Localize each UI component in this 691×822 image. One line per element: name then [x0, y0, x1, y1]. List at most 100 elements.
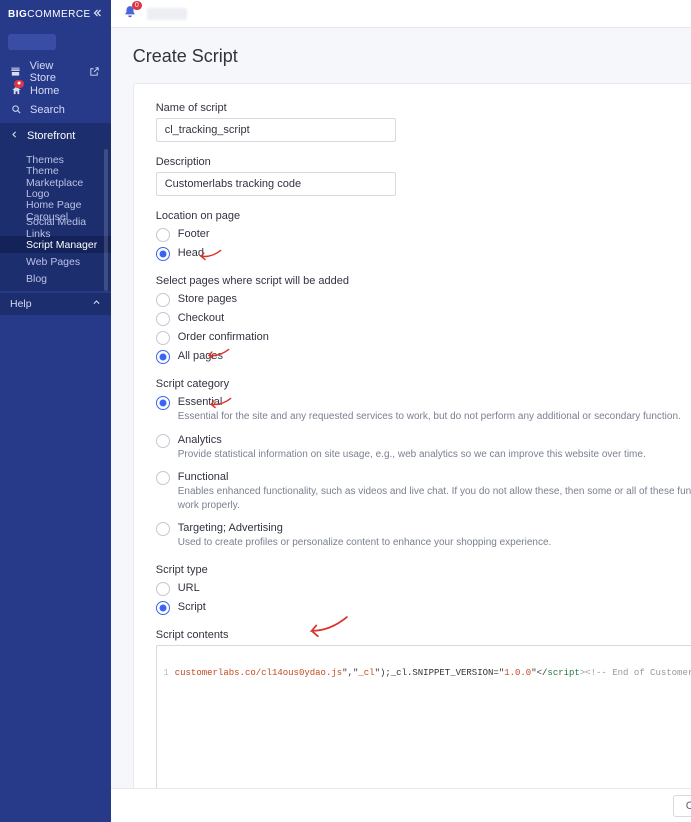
radio-checkout[interactable]: Checkout — [156, 312, 691, 326]
form-card: Name of script Required* Description Loc… — [133, 83, 691, 788]
search-icon — [10, 104, 22, 115]
radio-icon — [156, 522, 170, 536]
radio-desc: Enables enhanced functionality, such as … — [178, 485, 691, 512]
radio-icon — [156, 582, 170, 596]
radio-icon — [156, 312, 170, 326]
nav-home[interactable]: ● Home — [0, 81, 111, 100]
brand-prefix: BIG — [8, 9, 27, 20]
radio-icon — [156, 331, 170, 345]
cancel-button[interactable]: Cancel — [673, 795, 691, 817]
bell-badge: 0 — [132, 1, 142, 10]
description-label: Description — [156, 156, 211, 168]
home-badge: ● — [14, 80, 24, 88]
radio-icon — [156, 471, 170, 485]
section-storefront-header[interactable]: Storefront — [0, 123, 111, 149]
radio-label: Head — [178, 247, 204, 259]
radio-icon — [156, 293, 170, 307]
contents-label: Script contents — [156, 629, 229, 641]
radio-functional[interactable]: Functional Enables enhanced functionalit… — [156, 471, 691, 512]
field-pages: Select pages where script will be added … — [156, 275, 691, 364]
store-selector[interactable] — [8, 34, 56, 50]
main-column: 0 Create Script Name of script Required* — [111, 0, 691, 822]
radio-essential[interactable]: Essential Essential for the site and any… — [156, 396, 691, 424]
subnav-storefront: Themes Theme Marketplace Logo Home Page … — [0, 149, 111, 291]
subnav-label: Blog — [26, 273, 47, 285]
line-number: 1 — [157, 668, 175, 678]
radio-footer[interactable]: Footer — [156, 228, 691, 242]
subnav-blog[interactable]: Blog — [0, 270, 111, 287]
subnav-social-links[interactable]: Social Media Links — [0, 219, 111, 236]
radio-order-confirmation[interactable]: Order confirmation — [156, 331, 691, 345]
radio-label: Targeting; Advertising — [178, 522, 552, 534]
nav-label: Help — [10, 298, 32, 310]
chevron-up-icon — [92, 298, 101, 310]
nav-search[interactable]: Search — [0, 100, 111, 119]
nav-primary: View Store ● Home Search — [0, 58, 111, 123]
content-scroll[interactable]: Create Script Name of script Required* D… — [111, 28, 691, 788]
radio-label: Store pages — [178, 293, 237, 305]
nav-view-store[interactable]: View Store — [0, 62, 111, 81]
radio-icon — [156, 396, 170, 410]
nav-label: Search — [30, 104, 65, 116]
radio-label: Functional — [178, 471, 691, 483]
subnav-script-manager[interactable]: Script Manager — [0, 236, 111, 253]
radio-icon — [156, 434, 170, 448]
radio-label: Script — [178, 601, 206, 613]
description-input[interactable] — [156, 172, 396, 196]
radio-targeting[interactable]: Targeting; Advertising Used to create pr… — [156, 522, 691, 550]
top-placeholder-left — [147, 8, 187, 20]
radio-label: Order confirmation — [178, 331, 269, 343]
radio-desc: Provide statistical information on site … — [178, 448, 646, 462]
category-label: Script category — [156, 378, 691, 390]
sidebar-header: BIGCOMMERCE — [0, 0, 111, 28]
app-root: BIGCOMMERCE View Store ● — [0, 0, 691, 822]
location-label: Location on page — [156, 210, 691, 222]
name-input[interactable] — [156, 118, 396, 142]
radio-icon — [156, 228, 170, 242]
radio-desc: Essential for the site and any requested… — [178, 410, 681, 424]
brand-logo: BIGCOMMERCE — [8, 9, 91, 20]
radio-script[interactable]: Script — [156, 601, 691, 615]
chevron-left-icon — [10, 130, 19, 142]
subnav-web-pages[interactable]: Web Pages — [0, 253, 111, 270]
brand-suffix: COMMERCE — [27, 9, 90, 20]
field-category: Script category Essential Essential for … — [156, 378, 691, 550]
subnav-label: Theme Marketplace — [26, 165, 101, 189]
subnav-label: Social Media Links — [26, 216, 101, 240]
field-script-type: Script type URL Script — [156, 564, 691, 615]
nav-label: View Store — [30, 60, 81, 84]
field-name: Name of script Required* — [156, 102, 691, 142]
radio-all-pages[interactable]: All pages — [156, 350, 691, 364]
radio-store-pages[interactable]: Store pages — [156, 293, 691, 307]
radio-analytics[interactable]: Analytics Provide statistical informatio… — [156, 434, 691, 462]
footer-actions: Cancel Save — [111, 788, 691, 822]
collapse-sidebar-icon[interactable] — [91, 7, 103, 22]
radio-icon — [156, 350, 170, 364]
field-location: Location on page Footer Head — [156, 210, 691, 261]
notifications-bell[interactable]: 0 — [123, 5, 137, 22]
radio-desc: Used to create profiles or personalize c… — [178, 536, 552, 550]
page-title: Create Script — [133, 46, 691, 67]
subnav-theme-marketplace[interactable]: Theme Marketplace — [0, 168, 111, 185]
nav-label: Home — [30, 85, 59, 97]
subnav-label: Script Manager — [26, 239, 97, 251]
radio-label: Footer — [178, 228, 210, 240]
radio-label: Checkout — [178, 312, 224, 324]
radio-url[interactable]: URL — [156, 582, 691, 596]
topbar: 0 — [111, 0, 691, 28]
field-script-contents: Script contents Required* 1 customerlabs… — [156, 629, 691, 789]
pages-label: Select pages where script will be added — [156, 275, 691, 287]
code-editor[interactable]: 1 customerlabs.co/cl14ous0ydao.js","_cl"… — [156, 645, 691, 789]
radio-label: Essential — [178, 396, 681, 408]
section-label: Storefront — [27, 130, 75, 142]
sidebar: BIGCOMMERCE View Store ● — [0, 0, 111, 822]
radio-label: Analytics — [178, 434, 646, 446]
external-link-icon — [89, 66, 101, 77]
radio-icon — [156, 601, 170, 615]
radio-label: All pages — [178, 350, 223, 362]
radio-label: URL — [178, 582, 200, 594]
nav-help[interactable]: Help — [0, 293, 111, 315]
script-type-label: Script type — [156, 564, 691, 576]
name-label: Name of script — [156, 102, 227, 114]
radio-head[interactable]: Head — [156, 247, 691, 261]
